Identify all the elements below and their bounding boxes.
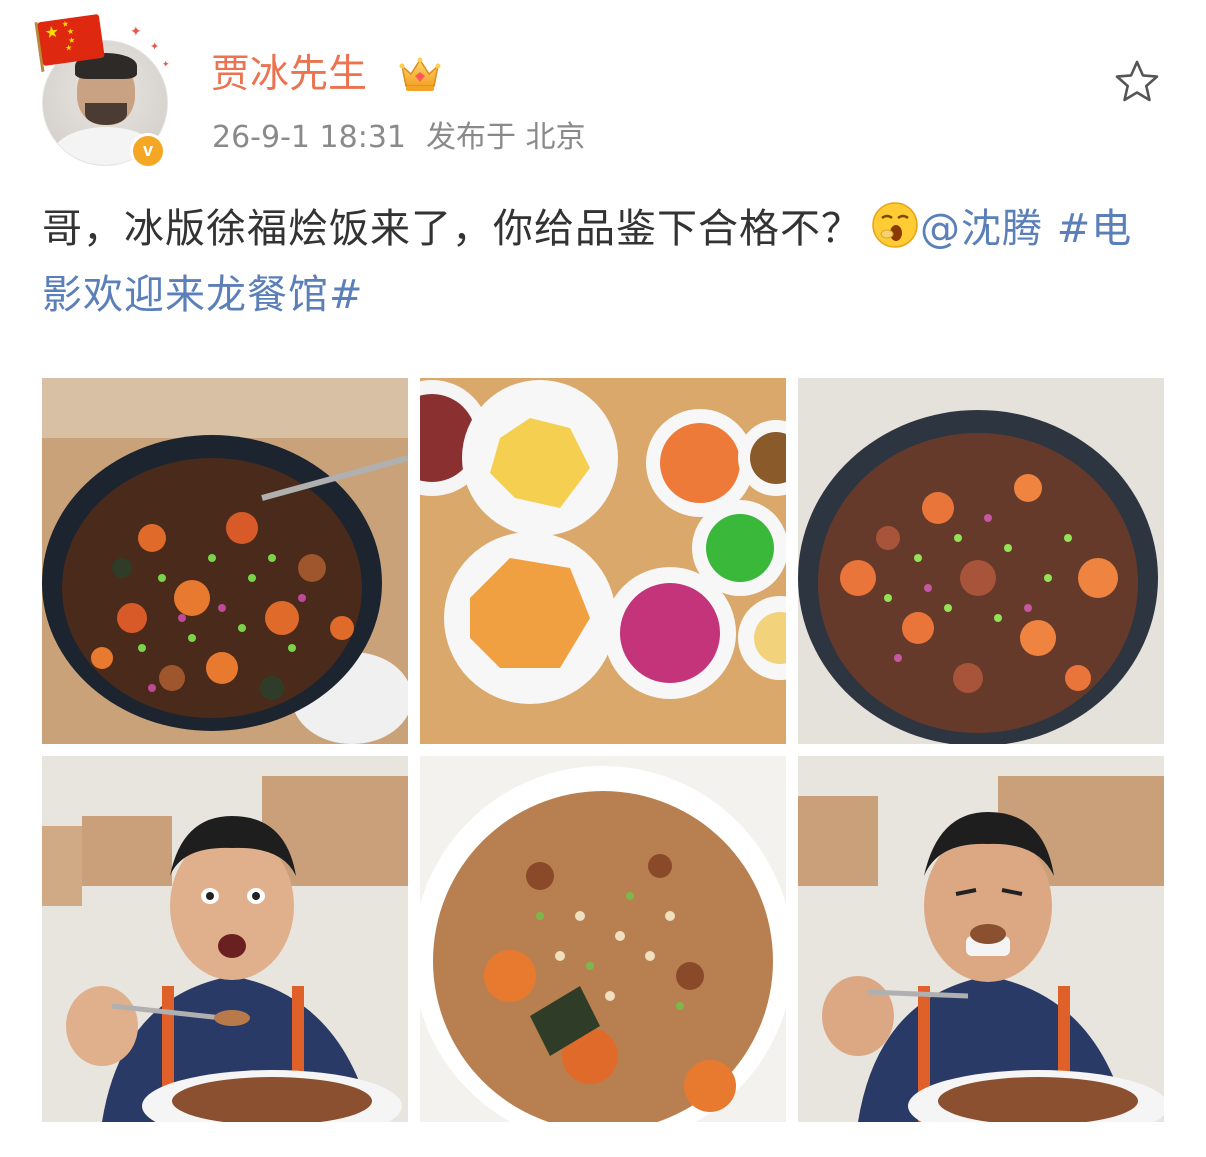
mention-link[interactable]: @沈腾 — [920, 206, 1043, 252]
post-timestamp: 26-9-1 18:31 — [212, 120, 406, 155]
yawn-emoji-icon — [872, 202, 918, 248]
photo-wok-steaming[interactable] — [798, 378, 1164, 744]
star-outline-icon[interactable] — [1112, 57, 1162, 107]
photo-wok-stirfry[interactable] — [42, 378, 408, 744]
bird-icon: ✦ — [150, 40, 160, 53]
post-text: 哥，冰版徐福烩饭来了，你给品鉴下合格不？ — [42, 206, 862, 252]
bird-icon: ✦ — [130, 24, 142, 40]
post-location: 发布于 北京 — [426, 120, 586, 155]
post-content: 哥，冰版徐福烩饭来了，你给品鉴下合格不？ @沈腾 #电影欢迎来龙餐馆# — [42, 196, 1166, 328]
photo-fried-rice[interactable] — [420, 756, 786, 1122]
username[interactable]: 贾冰先生 — [211, 50, 367, 100]
bird-icon: ✦ — [162, 60, 170, 70]
china-flag-icon: ★ ★ ★ ★ ★ — [37, 13, 105, 67]
verified-v-icon: v — [130, 133, 166, 169]
crown-icon[interactable] — [398, 52, 442, 96]
photo-man-eating-1[interactable] — [42, 756, 408, 1122]
photo-man-eating-2[interactable] — [798, 756, 1164, 1122]
post-meta: 26-9-1 18:31 发布于 北京 — [212, 118, 586, 158]
photo-ingredients[interactable] — [420, 378, 786, 744]
